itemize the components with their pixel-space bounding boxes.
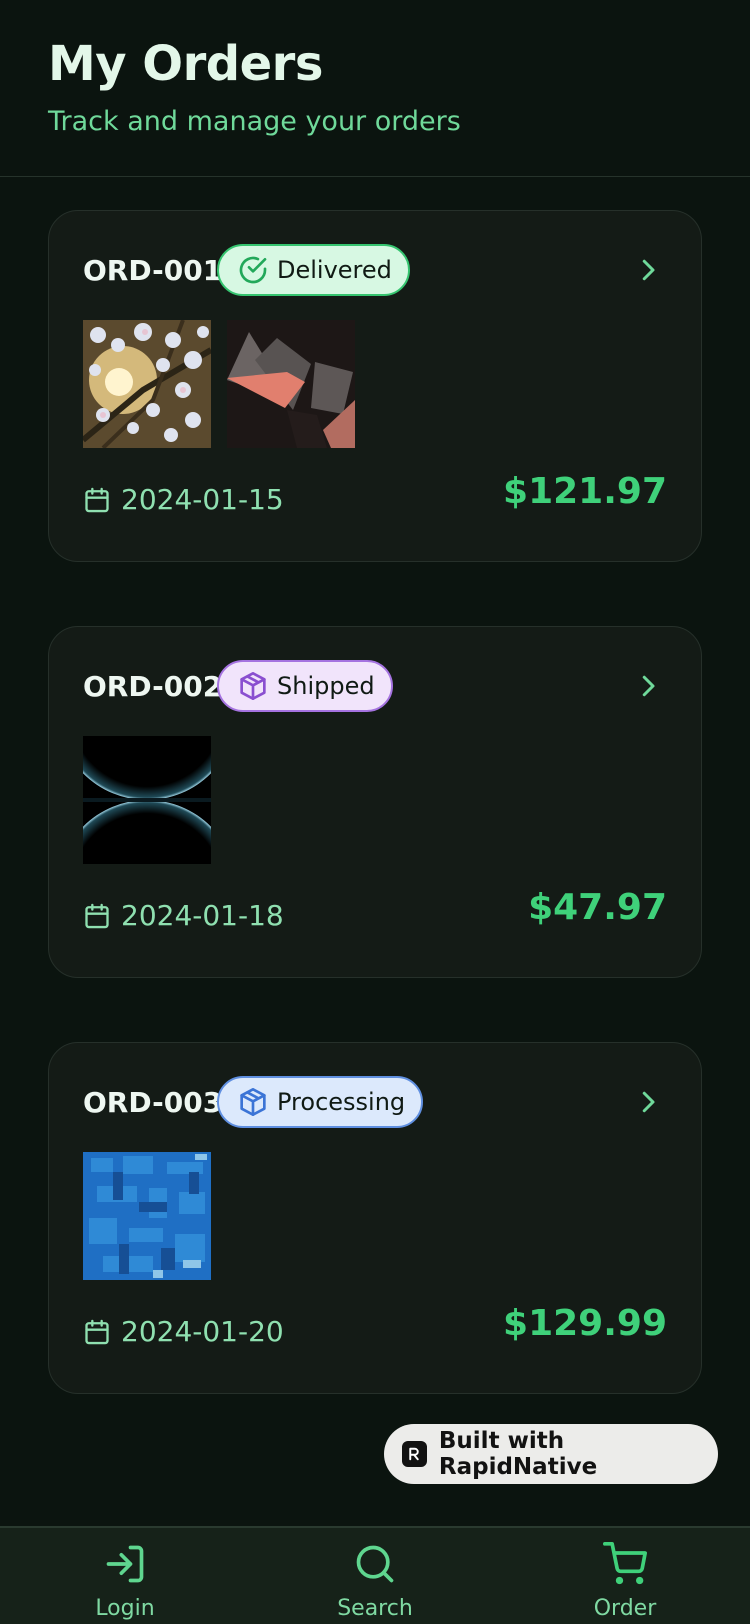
calendar-icon (85, 1319, 109, 1344)
page-header: My Orders Track and manage your orders (0, 0, 750, 177)
check-circle-icon (239, 256, 267, 284)
blossom-branch-image (83, 320, 211, 448)
blue-pattern-image (83, 1152, 211, 1280)
page-subtitle: Track and manage your orders (48, 106, 461, 137)
tab-label: Order (593, 1596, 657, 1621)
product-thumbnail[interactable] (83, 320, 211, 448)
order-date: 2024-01-20 (83, 1315, 284, 1348)
page-title: My Orders (48, 36, 323, 92)
abstract-cubes-image (227, 320, 355, 448)
tab-label: Login (95, 1596, 155, 1621)
tab-search[interactable]: Search (300, 1528, 450, 1624)
order-total: $47.97 (528, 887, 667, 928)
order-date-text: 2024-01-15 (121, 483, 284, 516)
built-with-label: Built with RapidNative (438, 1428, 598, 1480)
order-total: $129.99 (503, 1303, 667, 1344)
status-badge: Delivered (217, 244, 410, 296)
login-icon (106, 1545, 144, 1583)
order-id: ORD-002 (83, 670, 223, 703)
search-icon (356, 1545, 394, 1583)
order-date: 2024-01-15 (83, 483, 284, 516)
order-id: ORD-001 (83, 254, 223, 287)
status-badge: Shipped (217, 660, 393, 712)
order-card[interactable]: ORD-002 Shipped 2024-01-18 $47.97 (48, 626, 702, 978)
chevron-right-icon[interactable] (633, 1085, 663, 1119)
order-date-text: 2024-01-20 (121, 1315, 284, 1348)
built-with-badge[interactable]: Built with RapidNative (384, 1424, 718, 1484)
bottom-tab-bar: Login Search Order (0, 1526, 750, 1624)
product-thumbnail[interactable] (83, 1152, 211, 1280)
order-card[interactable]: ORD-001 Delivered 2024-01-15 $121.97 (48, 210, 702, 562)
tab-login[interactable]: Login (50, 1528, 200, 1624)
tab-order[interactable]: Order (550, 1528, 700, 1624)
package-icon (240, 672, 266, 700)
status-label: Shipped (277, 672, 375, 700)
calendar-icon (85, 487, 109, 512)
order-date: 2024-01-18 (83, 899, 284, 932)
calendar-icon (85, 903, 109, 928)
status-badge: Processing (217, 1076, 424, 1128)
product-thumbnail[interactable] (83, 736, 211, 864)
order-card[interactable]: ORD-003 Processing 2024-01-20 $129.99 (48, 1042, 702, 1394)
tab-label: Search (337, 1596, 413, 1621)
dark-spheres-image (83, 736, 211, 864)
order-id: ORD-003 (83, 1086, 223, 1119)
chevron-right-icon[interactable] (633, 669, 663, 703)
package-icon (240, 1088, 266, 1116)
status-label: Processing (277, 1088, 406, 1116)
order-total: $121.97 (503, 471, 667, 512)
chevron-right-icon[interactable] (633, 253, 663, 287)
status-label: Delivered (277, 256, 392, 284)
cart-icon (603, 1542, 647, 1585)
rapidnative-logo-icon (402, 1441, 427, 1467)
product-thumbnail[interactable] (227, 320, 355, 448)
order-date-text: 2024-01-18 (121, 899, 284, 932)
